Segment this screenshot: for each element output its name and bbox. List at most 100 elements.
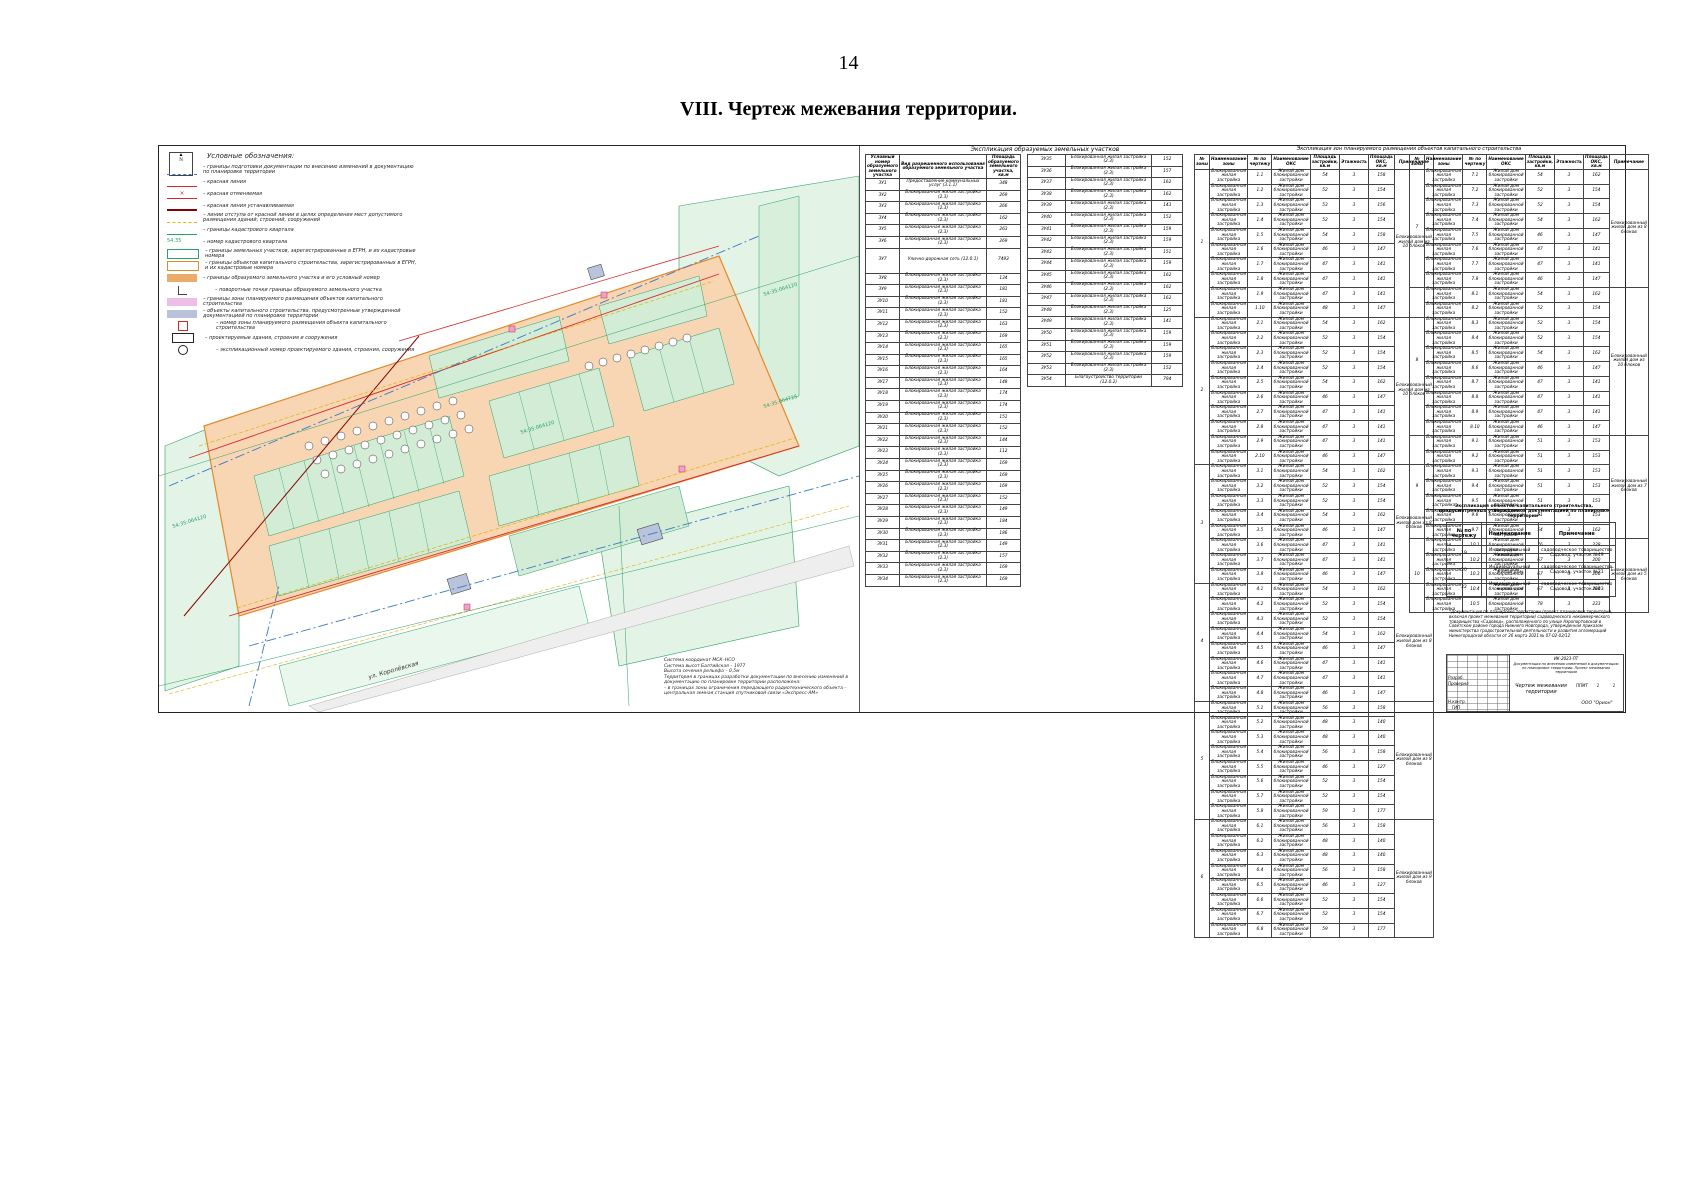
building-area-cell: 59: [1309, 804, 1341, 821]
oks-area-cell: 162: [1367, 375, 1395, 392]
table-cell: ЗУ47: [1027, 293, 1066, 306]
table-row: ЗУ26 Блокированная жилая застройка (2.3) 1…: [864, 481, 1022, 494]
table-row: ЗУ12 Блокированная жилая застройка (2.3) 1…: [864, 318, 1022, 332]
table-cell: 159: [1151, 351, 1183, 364]
zone-name-cell: Блокированная жилая застройка: [1208, 553, 1249, 569]
oks-area-cell: 141: [1367, 420, 1395, 436]
table-cell: Блокированная жилая застройка (2.3): [1064, 293, 1153, 306]
table-cell: ЗУ17: [864, 376, 901, 390]
oks-name-cell: Жилой дом блокированной застройки: [1271, 213, 1311, 229]
table-row: 7 Блокированная жилая застройка 7.1 Жилой д…: [1409, 168, 1649, 289]
table-cell: 181: [985, 295, 1022, 309]
zone-name-cell: Блокированная жилая застройка: [1423, 272, 1464, 289]
drawing-number-cell: 6.2: [1247, 833, 1273, 850]
page-heading: VIII. Чертеж межевания территории.: [680, 98, 1017, 120]
oks-area-cell: 158: [1367, 819, 1395, 835]
building-area-cell: 46: [1309, 760, 1341, 776]
building-area-cell: 52: [1309, 893, 1341, 909]
table-row: ЗУ17 Блокированная жилая застройка (2.3) 1…: [864, 376, 1022, 390]
oks-area-cell: 154: [1367, 597, 1395, 614]
building-number-marker: [464, 424, 474, 434]
floors-cell: 3: [1339, 848, 1369, 865]
oks-area-cell: 147: [1367, 567, 1395, 584]
drawing-number-cell: 5.8: [1247, 804, 1273, 821]
building-area-cell: 52: [1309, 597, 1341, 614]
oks-area-cell: 127: [1367, 760, 1395, 776]
zone-name-cell: Блокированная жилая застройка: [1208, 597, 1249, 614]
building-number-marker: [432, 434, 442, 444]
table-cell: Блокированная жилая застройка (2.3): [899, 353, 987, 367]
table-cell: ЗУ14: [864, 342, 901, 355]
zone-number-cell: 4: [1194, 582, 1210, 702]
building-area-cell: 47: [1309, 287, 1341, 303]
building-area-cell: 54: [1309, 464, 1341, 481]
drawing-number-cell: 8.3: [1462, 316, 1488, 333]
zone-name-cell: Блокированная жилая застройка: [1208, 198, 1249, 215]
oks-name-cell: Жилой дом блокированной застройки: [1271, 745, 1311, 762]
drawing-number-cell: 2.5: [1247, 375, 1273, 392]
building-area-cell: 52: [1309, 493, 1341, 510]
drawing-number-cell: 2.8: [1247, 420, 1273, 436]
oks-area-cell: 158: [1367, 863, 1395, 880]
zone-number-cell: 10: [1409, 538, 1425, 614]
legend-text: – границы земельных участков, зарегистри…: [205, 248, 416, 259]
oks-area-cell: 177: [1367, 804, 1395, 821]
drawing-number-cell: 8.8: [1462, 390, 1488, 407]
oks-area-cell: 158: [1367, 700, 1395, 717]
table-row: 20 Индивидуальный жилой дом садоводческое …: [1446, 562, 1617, 580]
stamp-role: Н.контр.: [1448, 699, 1466, 704]
drawing-number-cell: 4.1: [1247, 582, 1273, 599]
oks-name-cell: Жилой дом блокированной застройки: [1486, 479, 1526, 495]
table-row: ЗУ7 Улично-дорожная сеть (12.0.1) 7493: [864, 247, 1022, 274]
building-area-cell: 46: [1524, 420, 1556, 436]
oks-name-cell: Жилой дом блокированной застройки: [1271, 420, 1311, 436]
building-area-cell: 46: [1309, 523, 1341, 540]
drawing-number-cell: 6.4: [1247, 863, 1273, 880]
map-note-line: – в границах зоны ограничения передающег…: [664, 685, 847, 697]
zone-name-cell: Блокированная жилая застройка: [1208, 907, 1249, 924]
table-row: 4 Блокированная жилая застройка 4.1 Жилой д…: [1194, 582, 1434, 702]
stamp-role: Проверил: [1448, 681, 1469, 686]
table-row: ЗУ39 Блокированная жилая застройка (2.3) 1…: [1027, 200, 1183, 213]
drawing-number-cell: 1.3: [1247, 198, 1273, 215]
table-cell: Блокированная жилая застройка (2.3): [1064, 281, 1153, 295]
drawing-number-cell: 4.5: [1247, 641, 1273, 658]
table-cell: Блокированная жилая застройка (2.3): [899, 318, 987, 332]
zones-table-header: Площадь ОКС, кв.м: [1367, 154, 1395, 170]
building-area-cell: 46: [1309, 449, 1341, 466]
table-cell: ЗУ34: [864, 573, 901, 587]
zone-name-cell: Блокированная жилая застройка: [1423, 316, 1464, 333]
table-cell: ЗУ40: [1027, 211, 1066, 225]
oks-area-cell: 154: [1367, 346, 1395, 362]
drawing-number-cell: 3.5: [1247, 523, 1273, 540]
zone-name-cell: Блокированная жилая застройка: [1423, 346, 1464, 362]
oks-area-cell: 154: [1582, 301, 1610, 318]
oks-name-cell: Жилой дом блокированной застройки: [1271, 434, 1311, 451]
table-cell: 151: [1151, 246, 1183, 260]
table-cell: 149: [985, 539, 1022, 552]
drawing-number-cell: 1.5: [1247, 227, 1273, 244]
floors-cell: 3: [1339, 700, 1369, 717]
drawing-number-cell: 6.8: [1247, 922, 1273, 939]
zone-name-cell: Блокированная жилая застройка: [1208, 287, 1249, 303]
table-cell: Блокированная жилая застройка (2.3): [899, 469, 987, 483]
building-area-cell: 47: [1524, 390, 1556, 407]
parcels-table-right: ЗУ35 Блокированная жилая застройка (2.3) 1…: [1027, 154, 1183, 387]
floors-cell: 3: [1339, 597, 1369, 614]
table-cell: ЗУ10: [864, 295, 901, 309]
table-cell: 181: [985, 284, 1022, 297]
table-row: ЗУ43 Блокированная жилая застройка (2.3) 1…: [1027, 246, 1183, 260]
zone-name-cell: Блокированная жилая застройка: [1208, 508, 1249, 525]
zone-name-cell: Блокированная жилая застройка: [1208, 848, 1249, 865]
table-cell: Блокированная жилая застройка (2.3): [899, 212, 987, 226]
zone-name-cell: Блокированная жилая застройка: [1208, 774, 1249, 791]
oks-name-cell: Жилой дом блокированной застройки: [1486, 420, 1526, 436]
zones-table-header: № зоны: [1194, 154, 1210, 170]
drawing-number-cell: 4.4: [1247, 627, 1273, 643]
building-number-marker: [304, 441, 314, 451]
table-cell: Блокированная жилая застройка (2.3): [899, 365, 987, 378]
zone-name-cell: Блокированная жилая застройка: [1208, 789, 1249, 806]
legend-text: – границы объектов капитального строител…: [205, 260, 417, 271]
objects-table-header: Примечание: [1537, 522, 1617, 546]
drawing-number-cell: 5.3: [1247, 730, 1273, 747]
